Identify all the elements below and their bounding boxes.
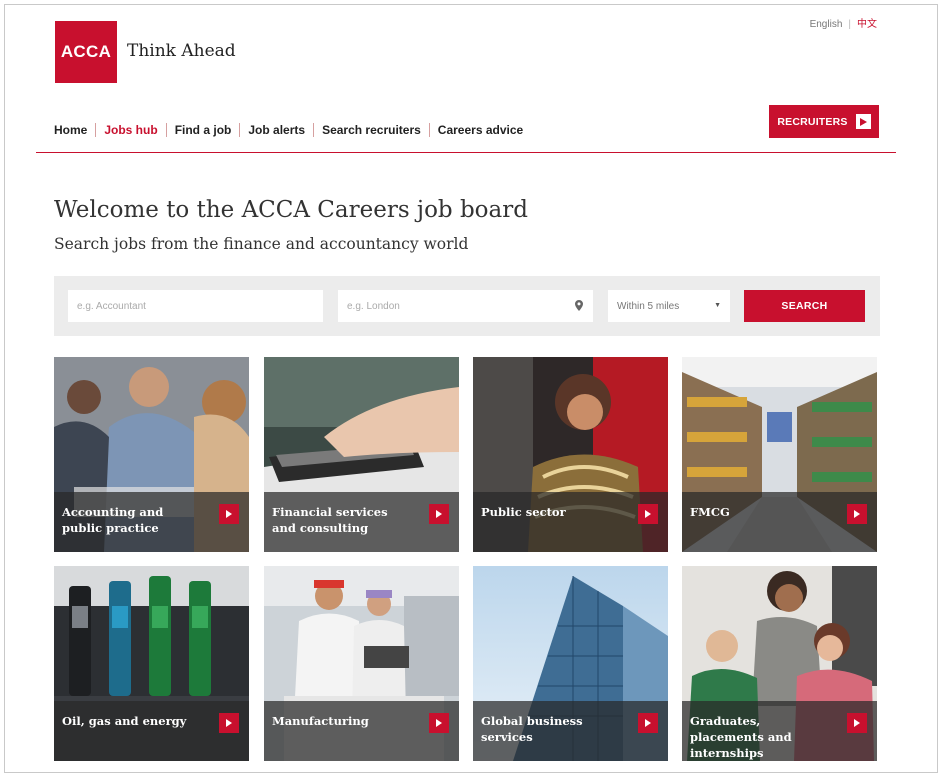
- sector-tile-manufacturing[interactable]: Manufacturing: [264, 566, 459, 761]
- location-input[interactable]: e.g. London: [338, 290, 593, 322]
- tile-label: Accounting and public practice: [62, 505, 164, 535]
- tile-caption: FMCG: [682, 492, 877, 552]
- logo-text: ACCA: [60, 42, 112, 61]
- lang-english-link[interactable]: English: [810, 19, 843, 30]
- play-arrow-icon: [638, 713, 658, 733]
- tile-caption: Oil, gas and energy: [54, 701, 249, 761]
- search-button-label: SEARCH: [781, 300, 828, 312]
- tile-label: FMCG: [690, 505, 730, 519]
- tagline: Think Ahead: [127, 41, 236, 61]
- page-title: Welcome to the ACCA Careers job board: [54, 197, 528, 223]
- sector-tiles-grid: Accounting and public practice Financial…: [54, 357, 880, 761]
- header-divider: [36, 152, 896, 153]
- nav-careers-advice[interactable]: Careers advice: [428, 123, 531, 137]
- play-arrow-icon: [847, 504, 867, 524]
- radius-select[interactable]: Within 5 miles ▼: [608, 290, 730, 322]
- lang-separator: |: [848, 19, 851, 30]
- sector-tile-fmcg[interactable]: FMCG: [682, 357, 877, 552]
- search-button[interactable]: SEARCH: [744, 290, 865, 322]
- tile-caption: Manufacturing: [264, 701, 459, 761]
- tile-label: Manufacturing: [272, 714, 369, 728]
- tile-caption: Graduates, placements and internships: [682, 701, 877, 761]
- tile-caption: Financial services and consulting: [264, 492, 459, 552]
- keyword-input[interactable]: e.g. Accountant: [68, 290, 323, 322]
- play-arrow-icon: [219, 504, 239, 524]
- sector-tile-global-business-services[interactable]: Global business services: [473, 566, 668, 761]
- keyword-placeholder: e.g. Accountant: [77, 300, 146, 312]
- nav-find-a-job[interactable]: Find a job: [165, 123, 240, 137]
- recruiters-button[interactable]: RECRUITERS: [769, 105, 879, 138]
- nav-search-recruiters[interactable]: Search recruiters: [313, 123, 429, 137]
- sector-tile-financial-services[interactable]: Financial services and consulting: [264, 357, 459, 552]
- tile-caption: Public sector: [473, 492, 668, 552]
- radius-selected-value: Within 5 miles: [617, 300, 680, 312]
- play-arrow-icon: [429, 504, 449, 524]
- nav-jobs-hub[interactable]: Jobs hub: [95, 123, 165, 137]
- tile-caption: Accounting and public practice: [54, 492, 249, 552]
- recruiters-label: RECRUITERS: [777, 115, 848, 128]
- play-arrow-icon: [847, 713, 867, 733]
- tile-label: Public sector: [481, 505, 566, 519]
- language-switcher: English | 中文: [810, 15, 877, 30]
- job-search-panel: e.g. Accountant e.g. London Within 5 mil…: [54, 276, 880, 336]
- sector-tile-graduates[interactable]: Graduates, placements and internships: [682, 566, 877, 761]
- tile-label: Graduates, placements and internships: [690, 714, 792, 760]
- nav-home[interactable]: Home: [54, 123, 95, 137]
- tile-caption: Global business services: [473, 701, 668, 761]
- sector-tile-oil-gas-energy[interactable]: Oil, gas and energy: [54, 566, 249, 761]
- play-arrow-icon: [638, 504, 658, 524]
- nav-job-alerts[interactable]: Job alerts: [239, 123, 313, 137]
- page-subtitle: Search jobs from the finance and account…: [54, 235, 469, 253]
- page-frame: English | 中文 ACCA Think Ahead Home Jobs hu…: [4, 4, 938, 773]
- tile-label: Financial services and consulting: [272, 505, 388, 535]
- location-placeholder: e.g. London: [347, 300, 400, 312]
- play-arrow-icon: [429, 713, 449, 733]
- main-nav: Home Jobs hub Find a job Job alerts Sear…: [54, 123, 531, 137]
- tile-label: Global business services: [481, 714, 583, 744]
- acca-logo[interactable]: ACCA: [55, 21, 117, 83]
- location-pin-icon: [575, 300, 583, 314]
- lang-chinese-link[interactable]: 中文: [857, 19, 877, 30]
- play-arrow-icon: [855, 114, 871, 129]
- sector-tile-public-sector[interactable]: Public sector: [473, 357, 668, 552]
- sector-tile-accounting[interactable]: Accounting and public practice: [54, 357, 249, 552]
- play-arrow-icon: [219, 713, 239, 733]
- dropdown-caret-icon: ▼: [714, 302, 721, 309]
- tile-label: Oil, gas and energy: [62, 714, 187, 728]
